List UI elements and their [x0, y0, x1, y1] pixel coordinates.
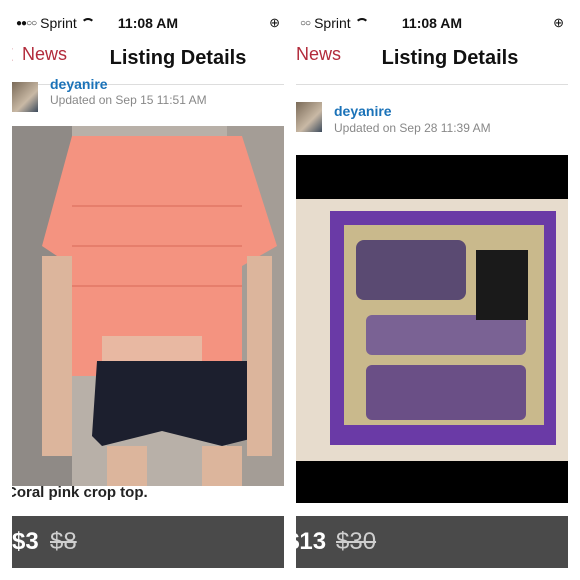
navigation-bar: News Listing Details	[296, 34, 568, 85]
status-bar: ●●○○ Sprint 11:08 AM ⊕	[12, 12, 284, 34]
listing-photo-image	[296, 155, 568, 503]
updated-timestamp: Updated on Sep 15 11:51 AM	[50, 93, 207, 107]
clock: 11:08 AM	[401, 15, 463, 31]
listing-photo[interactable]	[296, 155, 568, 503]
right-screenshot: ○○ Sprint 11:08 AM ⊕ News Listing Detail…	[296, 12, 568, 568]
clock: 11:08 AM	[117, 15, 179, 31]
price-bar: $13 $30	[296, 516, 568, 568]
price-bar: $3 $8	[12, 516, 284, 568]
seller-name[interactable]: deyanire	[50, 76, 108, 92]
page-title: Listing Details	[381, 47, 519, 69]
seller-row[interactable]: deyanire Updated on Sep 28 11:39 AM	[296, 102, 568, 158]
back-button[interactable]: News	[12, 44, 67, 65]
rotation-lock-icon: ⊕	[269, 15, 280, 30]
listing-photo-image	[12, 126, 284, 486]
listing-photo[interactable]	[12, 126, 284, 486]
status-bar: ○○ Sprint 11:08 AM ⊕	[296, 12, 568, 34]
updated-timestamp: Updated on Sep 28 11:39 AM	[334, 121, 491, 135]
avatar[interactable]	[296, 102, 322, 132]
original-price: $8	[50, 528, 77, 555]
rotation-lock-icon: ⊕	[553, 15, 564, 30]
chevron-left-icon	[12, 46, 19, 63]
page-title: Listing Details	[109, 47, 247, 69]
seller-name[interactable]: deyanire	[334, 103, 392, 119]
avatar[interactable]	[12, 82, 38, 112]
price: $13	[296, 528, 327, 555]
back-label: News	[22, 44, 68, 64]
listing-caption: Coral pink crop top.	[12, 484, 148, 501]
left-screenshot: ●●○○ Sprint 11:08 AM ⊕ News Listing Deta…	[12, 12, 284, 568]
price: $3	[12, 528, 39, 555]
original-price: $30	[336, 528, 377, 555]
